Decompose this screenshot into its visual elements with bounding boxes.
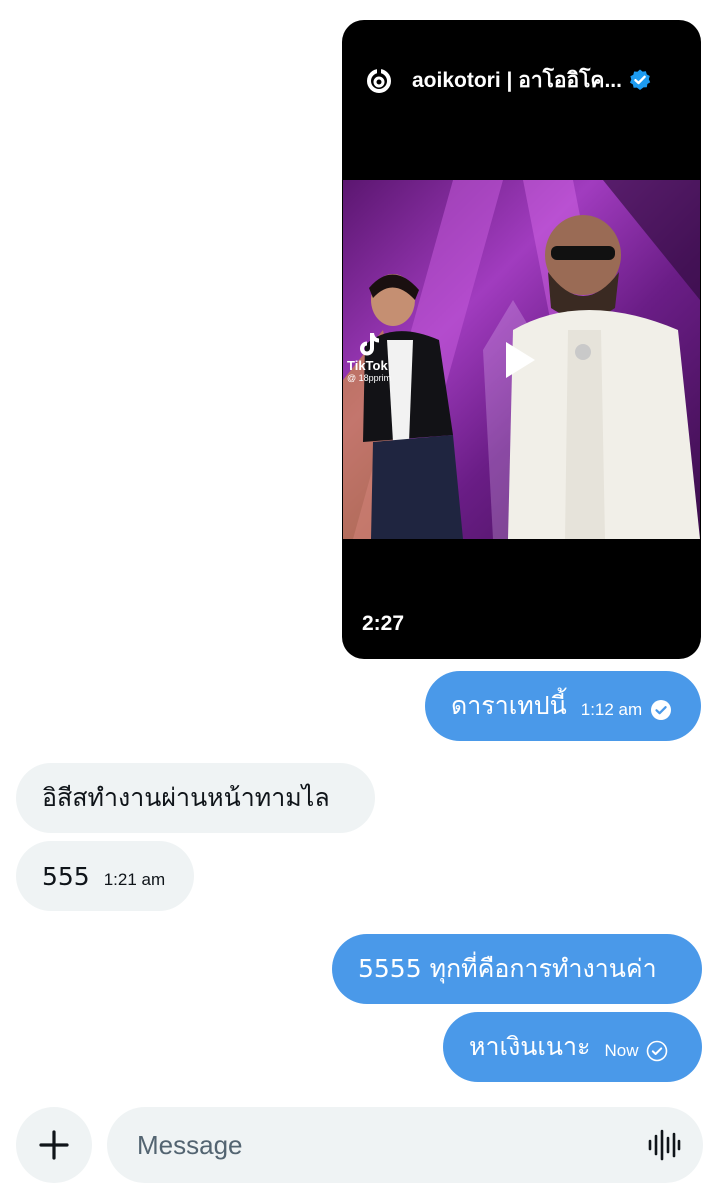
message-bubble-incoming[interactable]: อิสีสทำงานผ่านหน้าทามไล (16, 763, 375, 833)
voice-message-icon[interactable] (647, 1129, 681, 1161)
message-text: ดาราเทปนี้ (451, 691, 567, 720)
add-attachment-button[interactable] (16, 1107, 92, 1183)
tiktok-handle-label: @ 18pprim (347, 373, 392, 383)
message-bubble-outgoing[interactable]: 5555 ทุกที่คือการทำงานค่า (332, 934, 702, 1004)
threads-logo-icon (364, 65, 394, 95)
tiktok-icon (360, 333, 379, 356)
message-input[interactable] (137, 1129, 617, 1161)
tiktok-brand-label: TikTok (347, 358, 388, 373)
tiktok-watermark: TikTok @ 18pprim (347, 330, 417, 383)
video-duration: 2:27 (362, 612, 405, 635)
message-bubble-outgoing[interactable]: ดาราเทปนี้ 1:12 am (425, 671, 701, 741)
play-icon[interactable] (503, 340, 537, 380)
message-text: 555 (42, 861, 90, 891)
sent-check-icon (646, 1040, 668, 1062)
message-text: 5555 ทุกที่คือการทำงานค่า (358, 954, 657, 983)
verified-badge-icon (628, 68, 652, 92)
video-thumbnail[interactable]: TikTok @ 18pprim (343, 180, 700, 539)
sent-check-icon (650, 699, 672, 721)
plus-icon (39, 1130, 69, 1160)
message-timestamp: Now (604, 1041, 639, 1060)
message-bubble-incoming[interactable]: 555 1:21 am (16, 841, 194, 911)
message-timestamp: 1:12 am (580, 700, 643, 719)
video-author-name[interactable]: aoikotori | อาโออิโค... (412, 64, 622, 97)
message-text: อิสีสทำงานผ่านหน้าทามไล (42, 783, 330, 812)
message-composer[interactable] (107, 1107, 703, 1183)
video-header: aoikotori | อาโออิโค... (364, 60, 652, 100)
message-bubble-outgoing[interactable]: หาเงินเนาะ Now (443, 1012, 702, 1082)
shared-video-card[interactable]: aoikotori | อาโออิโค... TikTok @ 18pprim… (342, 20, 701, 659)
message-text: หาเงินเนาะ (469, 1032, 591, 1061)
message-timestamp: 1:21 am (103, 870, 166, 889)
